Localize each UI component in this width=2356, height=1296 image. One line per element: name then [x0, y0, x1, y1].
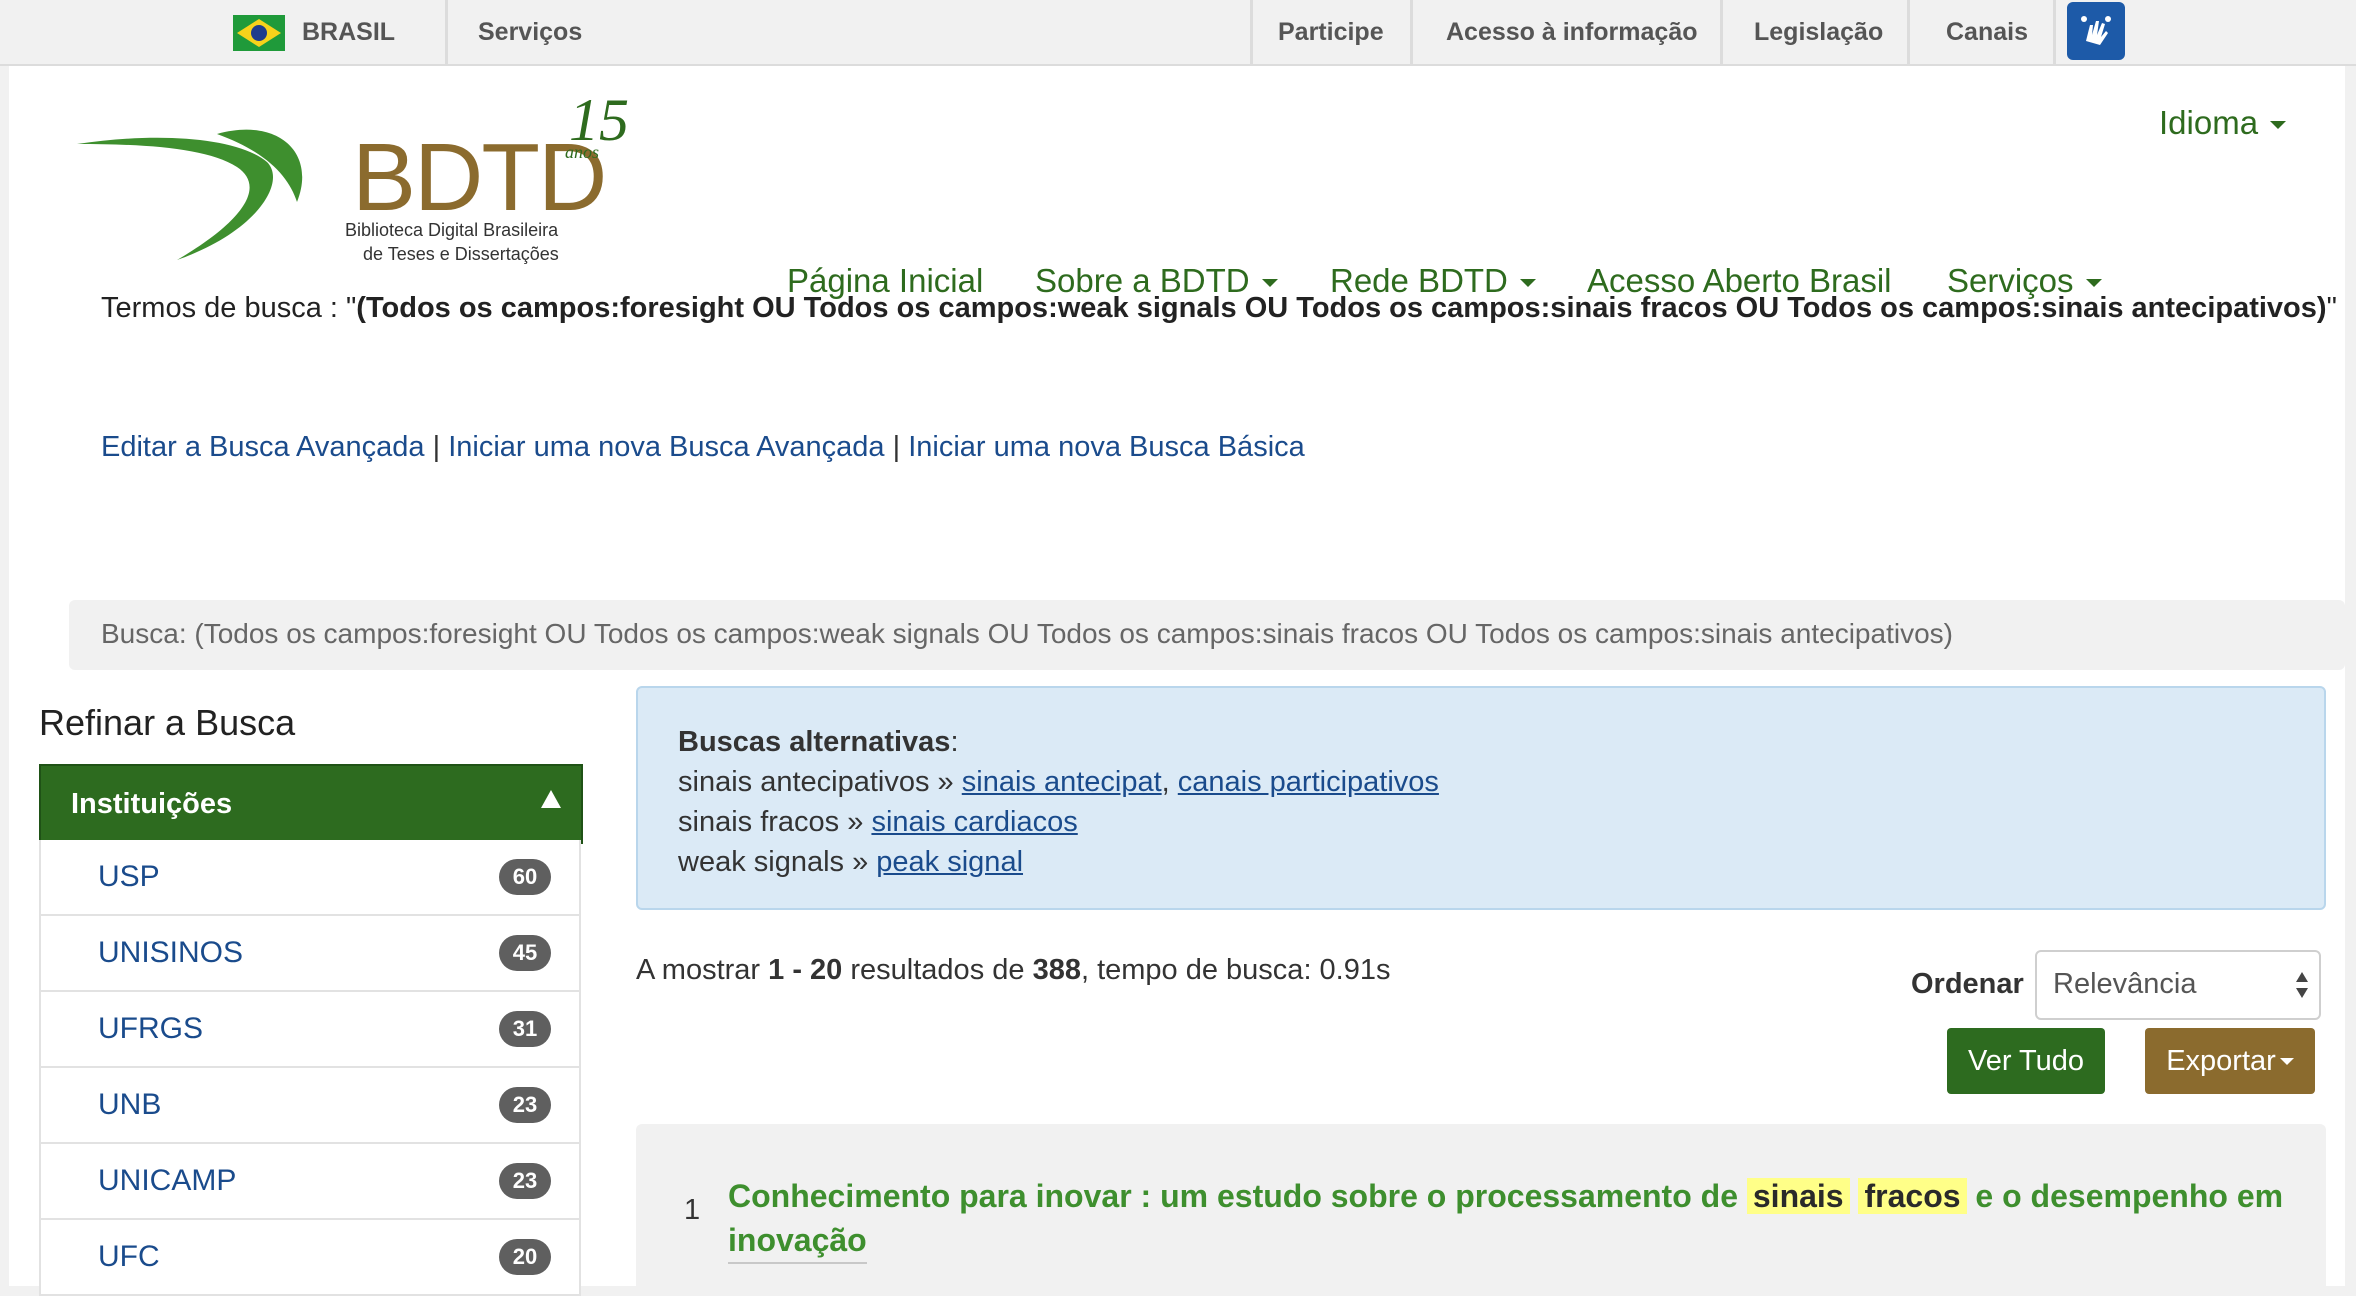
facet-count-badge: 23 [499, 1163, 551, 1199]
alternative-arrow: » [847, 806, 864, 838]
facet-item-unisinos[interactable]: UNISINOS 45 [39, 916, 581, 992]
alternative-searches-box: Buscas alternativas: sinais antecipativo… [636, 686, 2326, 910]
results-range: 1 - 20 [768, 954, 843, 986]
search-links: Editar a Busca Avançada | Iniciar uma no… [101, 431, 1305, 464]
view-all-label: Ver Tudo [1967, 1044, 2085, 1077]
export-button[interactable]: Exportar [2145, 1028, 2315, 1094]
alternative-arrow: » [937, 766, 954, 798]
export-label: Exportar [2166, 1044, 2276, 1077]
caret-down-icon [2270, 121, 2287, 130]
facet-count-badge: 23 [499, 1087, 551, 1123]
gov-link-participe[interactable]: Participe [1278, 0, 1384, 64]
logo-subtitle-line1: Biblioteca Digital Brasileira [345, 220, 559, 240]
facet-count-badge: 45 [499, 935, 551, 971]
brazil-flag-icon [233, 15, 285, 51]
facet-item-label: UFRGS [98, 1012, 203, 1045]
logo-anniversary-number: 15 [569, 87, 629, 153]
gov-link-legislacao[interactable]: Legislação [1754, 0, 1883, 64]
alternative-term: weak signals [678, 846, 845, 878]
result-title-text: inovação [728, 1222, 867, 1264]
language-menu[interactable]: Idioma [2159, 104, 2287, 142]
result-number: 1 [684, 1194, 701, 1226]
facet-item-ufrgs[interactable]: UFRGS 31 [39, 992, 581, 1068]
alternatives-title: Buscas alternativas [678, 726, 951, 758]
caret-down-icon [2085, 279, 2102, 288]
sidebar-title: Refinar a Busca [39, 702, 296, 743]
new-basic-search-link[interactable]: Iniciar uma nova Busca Básica [908, 431, 1305, 463]
result-title-highlight: fracos [1858, 1178, 1967, 1214]
alternative-link[interactable]: sinais cardiacos [871, 806, 1077, 838]
sign-language-hands-icon[interactable] [2067, 2, 2125, 60]
logo-subtitle-line2: de Teses e Dissertações [363, 244, 559, 264]
alternative-term: sinais fracos [678, 806, 840, 838]
facet-count-badge: 20 [499, 1239, 551, 1275]
select-arrows-icon [2296, 972, 2308, 998]
gov-services-link[interactable]: Serviços [478, 0, 582, 64]
breadcrumb-text: Busca: (Todos os campos:foresight OU Tod… [101, 618, 1953, 649]
sort-selected-value: Relevância [2053, 968, 2197, 1000]
gov-link-acesso-informacao[interactable]: Acesso à informação [1446, 0, 1698, 64]
alternative-link[interactable]: canais participativos [1178, 766, 1439, 798]
link-separator: | [892, 431, 901, 463]
facet-header-label: Instituições [71, 788, 233, 820]
facet-item-unb[interactable]: UNB 23 [39, 1068, 581, 1144]
result-title-link[interactable]: Conhecimento para inovar : um estudo sob… [728, 1174, 2288, 1264]
alternative-arrow: » [852, 846, 869, 878]
link-separator: | [432, 431, 441, 463]
results-total: 388 [1032, 954, 1081, 986]
logo-swoosh-icon [77, 129, 303, 260]
search-terms: Termos de busca : "(Todos os campos:fore… [101, 292, 2337, 325]
result-title-text: e o desempenho em [1975, 1178, 2284, 1214]
search-terms-label: Termos de busca : " [101, 292, 357, 324]
sort-select[interactable]: Relevância [2035, 950, 2321, 1020]
results-info: A mostrar 1 - 20 resultados de 388, temp… [636, 954, 1391, 987]
alternative-row: weak signals » peak signal [678, 846, 1023, 879]
facet-header-institutions[interactable]: Instituições [39, 764, 583, 844]
facet-item-usp[interactable]: USP 60 [39, 840, 581, 916]
caret-down-icon [2279, 1057, 2294, 1065]
facet-item-unicamp[interactable]: UNICAMP 23 [39, 1144, 581, 1220]
caret-down-icon [1261, 279, 1278, 288]
page-content: BDTD 15 anos Biblioteca Digital Brasilei… [9, 66, 2345, 1296]
gov-bar: BRASIL Serviços Participe Acesso à infor… [0, 0, 2356, 66]
logo-anniversary-word: anos [565, 142, 600, 162]
collapse-triangle-icon [541, 790, 561, 808]
alternatives-colon: : [950, 726, 959, 758]
facet-item-label: UNICAMP [98, 1164, 237, 1197]
new-advanced-search-link[interactable]: Iniciar uma nova Busca Avançada [448, 431, 884, 463]
sort-label: Ordenar [1911, 968, 2024, 1000]
facet-item-label: UNISINOS [98, 936, 244, 969]
facet-count-badge: 31 [499, 1011, 551, 1047]
alternative-term: sinais antecipativos [678, 766, 930, 798]
results-middle: resultados de [850, 954, 1025, 986]
view-all-button[interactable]: Ver Tudo [1947, 1028, 2105, 1094]
result-title-text: Conhecimento para inovar : um estudo sob… [728, 1178, 1738, 1214]
search-terms-query: (Todos os campos:foresight OU Todos os c… [356, 292, 2327, 324]
facet-item-label: USP [98, 860, 160, 893]
caret-down-icon [1519, 279, 1536, 288]
result-title-highlight: sinais [1746, 1178, 1850, 1214]
gov-link-canais[interactable]: Canais [1946, 0, 2028, 64]
alternative-row: sinais fracos » sinais cardiacos [678, 806, 1078, 839]
edit-advanced-search-link[interactable]: Editar a Busca Avançada [101, 431, 425, 463]
alternative-link[interactable]: peak signal [876, 846, 1023, 878]
result-item: 1 Conhecimento para inovar : um estudo s… [636, 1124, 2326, 1286]
facet-item-ufc[interactable]: UFC 20 [39, 1220, 581, 1296]
facet-count-badge: 60 [499, 859, 551, 895]
search-terms-close-quote: " [2326, 292, 2337, 324]
results-suffix: , tempo de busca: 0.91s [1080, 954, 1391, 986]
bdtd-logo[interactable]: BDTD 15 anos Biblioteca Digital Brasilei… [67, 82, 647, 264]
facet-item-label: UNB [98, 1088, 162, 1121]
alternative-link[interactable]: sinais antecipat [962, 766, 1162, 798]
gov-country-link[interactable]: BRASIL [302, 0, 395, 64]
results-prefix: A mostrar [636, 954, 761, 986]
language-menu-label: Idioma [2159, 104, 2259, 141]
breadcrumb: Busca: (Todos os campos:foresight OU Tod… [69, 600, 2345, 670]
facet-item-label: UFC [98, 1240, 160, 1273]
alternative-row: sinais antecipativos » sinais antecipat,… [678, 766, 1439, 798]
alternatives-title-row: Buscas alternativas: [678, 726, 959, 759]
